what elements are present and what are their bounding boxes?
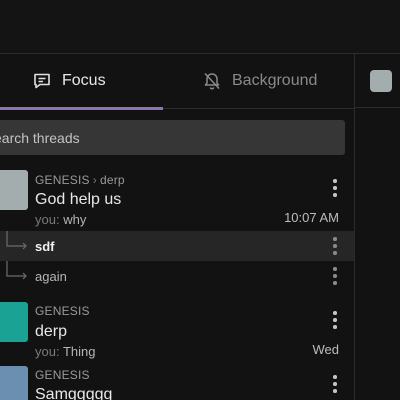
breadcrumb: GENESIS — [35, 304, 90, 318]
breadcrumb: GENESIS — [35, 368, 90, 382]
avatar — [0, 302, 28, 342]
breadcrumb: GENESIS › derp — [35, 173, 125, 187]
active-tab-indicator — [0, 107, 163, 110]
tab-background[interactable]: Background — [202, 54, 317, 107]
avatar — [0, 366, 28, 400]
thread-preview: you: Thing — [35, 344, 96, 359]
thread-item[interactable]: GENESIS Samggggg — [0, 362, 354, 400]
preview-author: you: — [35, 212, 60, 227]
more-vertical-icon[interactable] — [330, 237, 340, 255]
reply-label: sdf — [35, 239, 55, 254]
reply-row[interactable]: again — [0, 261, 354, 291]
top-bar — [0, 0, 400, 54]
preview-author: you: — [35, 344, 60, 359]
bell-off-icon — [204, 72, 220, 89]
more-vertical-icon[interactable] — [330, 179, 340, 197]
search-input[interactable] — [0, 128, 316, 147]
channel-avatar-button[interactable] — [370, 70, 392, 92]
chat-bubble-icon — [34, 73, 50, 88]
thread-item[interactable]: GENESIS derp you: Thing Wed — [0, 298, 354, 360]
breadcrumb-parent: GENESIS — [35, 173, 90, 187]
breadcrumb-child: derp — [99, 173, 125, 187]
reply-branch-icon — [6, 261, 27, 280]
more-vertical-icon[interactable] — [330, 267, 340, 285]
thread-title: God help us — [35, 191, 122, 208]
reply-label: again — [35, 269, 67, 284]
tab-focus[interactable]: Focus — [32, 54, 106, 107]
thread-time: 10:07 AM — [284, 210, 339, 225]
search-box[interactable] — [0, 120, 345, 155]
right-panel-divider — [355, 107, 400, 108]
thread-time: Wed — [312, 342, 340, 357]
preview-text: Thing — [62, 344, 96, 359]
breadcrumb-parent: GENESIS — [35, 368, 90, 382]
thread-list-panel: Focus Background GENESIS›derp God help u… — [0, 54, 354, 400]
thread-preview: you: why — [35, 212, 86, 227]
breadcrumb-parent: GENESIS — [35, 304, 90, 318]
thread-title: derp — [35, 323, 68, 340]
right-panel — [355, 54, 400, 400]
more-vertical-icon[interactable] — [330, 375, 340, 393]
tab-background-label: Background — [232, 71, 318, 89]
tab-focus-label: Focus — [62, 71, 106, 89]
reply-branch-icon — [6, 231, 27, 250]
tab-divider — [163, 108, 354, 109]
thread-item[interactable]: GENESIS › derp God help us you: why 10:07 … — [0, 166, 354, 228]
more-vertical-icon[interactable] — [330, 311, 340, 329]
tab-bar: Focus Background — [0, 54, 354, 110]
thread-title: Samggggg — [35, 386, 113, 400]
avatar — [0, 170, 28, 210]
chevron-right-icon: › — [92, 173, 97, 187]
reply-row[interactable]: sdf — [0, 231, 354, 261]
preview-text: why — [63, 212, 87, 227]
